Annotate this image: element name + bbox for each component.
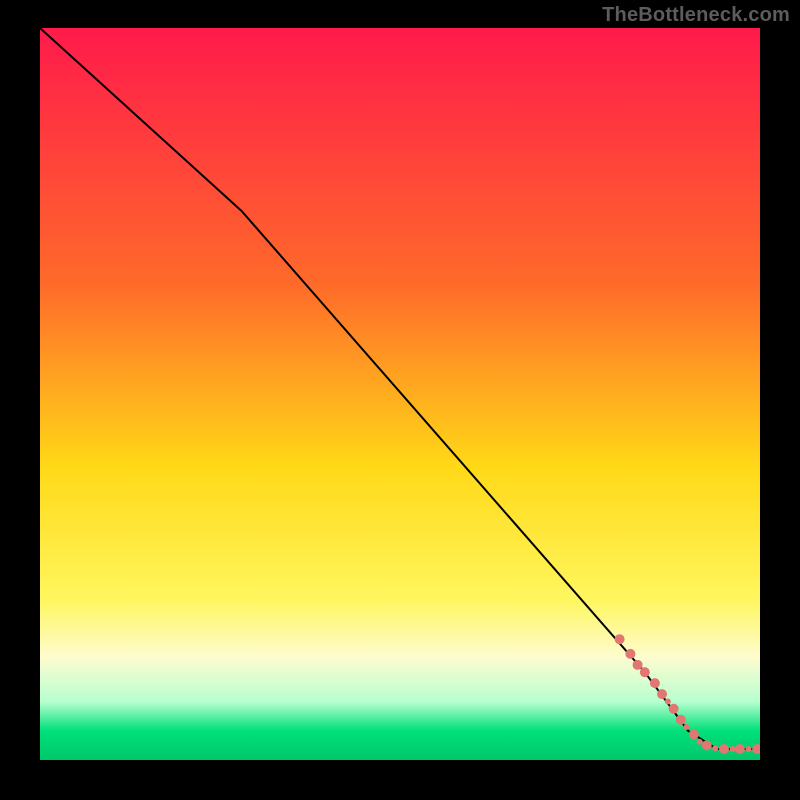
- tail-marker: [650, 678, 660, 688]
- tail-marker: [665, 698, 671, 704]
- tail-marker: [702, 740, 712, 750]
- tail-marker: [719, 744, 729, 754]
- plot-area: [40, 28, 760, 760]
- tail-marker: [730, 746, 736, 752]
- tail-marker: [697, 739, 703, 745]
- tail-marker: [657, 689, 667, 699]
- tail-marker: [684, 724, 690, 730]
- tail-marker: [745, 746, 751, 752]
- tail-marker: [689, 729, 699, 739]
- tail-marker: [735, 744, 745, 754]
- tail-marker: [640, 667, 650, 677]
- tail-marker: [712, 745, 718, 751]
- tail-marker: [633, 660, 643, 670]
- tail-marker: [676, 715, 686, 725]
- chart-svg: [40, 28, 760, 760]
- chart-stage: TheBottleneck.com: [0, 0, 800, 800]
- tail-marker: [615, 634, 625, 644]
- tail-marker: [669, 704, 679, 714]
- gradient-background: [40, 28, 760, 760]
- attribution-text: TheBottleneck.com: [602, 4, 790, 27]
- tail-marker: [625, 649, 635, 659]
